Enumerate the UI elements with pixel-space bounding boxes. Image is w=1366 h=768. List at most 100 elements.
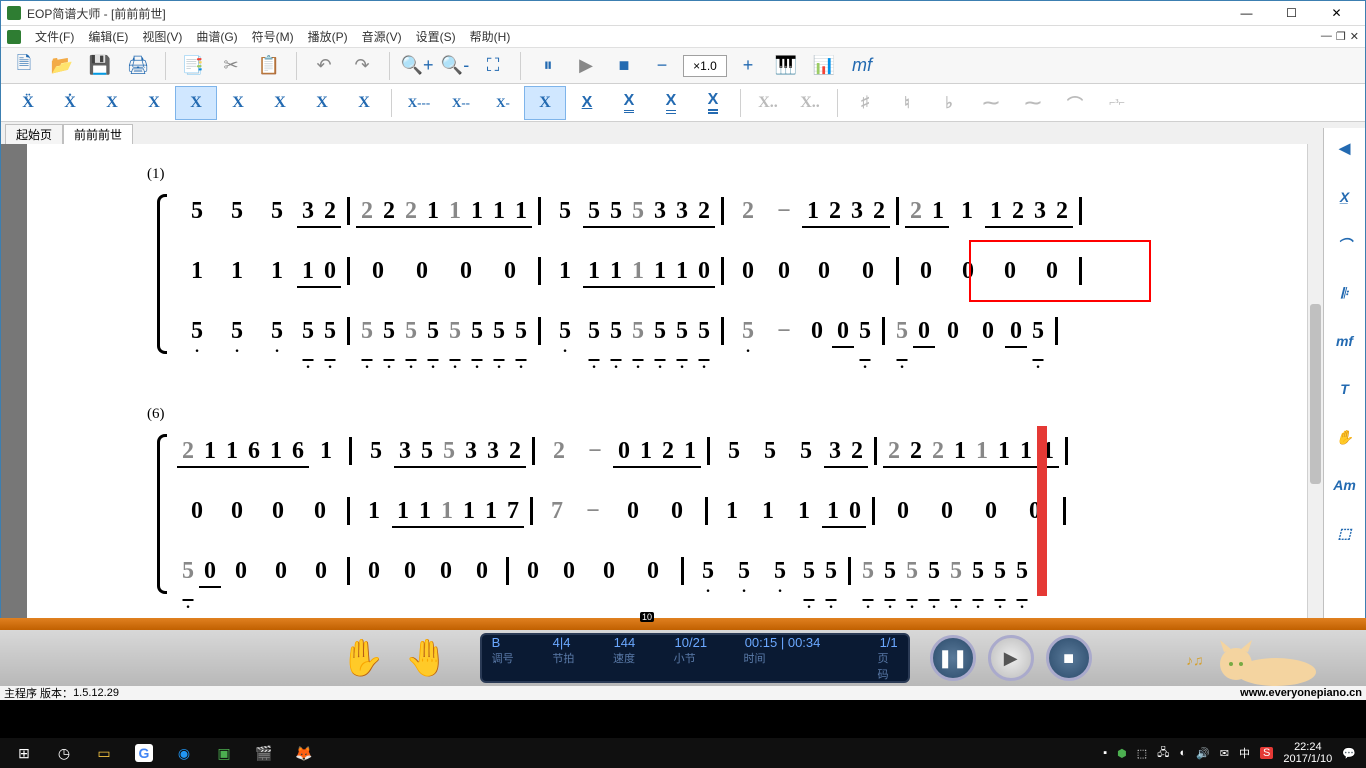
taskbar-app-1[interactable]: ◷ <box>44 739 84 767</box>
playback-cursor <box>1037 426 1047 596</box>
tray-icon[interactable]: ◐ <box>1179 747 1186 759</box>
note-len-2[interactable]: X-- <box>440 86 482 120</box>
right-hand-icon[interactable]: 🤚 <box>405 637 450 679</box>
tray-icon[interactable]: ▪ <box>1103 747 1107 759</box>
mascot-cat-icon: ♪♫ <box>1176 630 1326 686</box>
menu-edit[interactable]: 编辑(E) <box>88 28 128 45</box>
player-pause-button[interactable]: ❚❚ <box>930 635 976 681</box>
note-len-6[interactable]: X <box>608 86 650 120</box>
stop-button[interactable]: ■ <box>607 51 641 81</box>
menu-sound[interactable]: 音源(V) <box>362 28 402 45</box>
menu-score[interactable]: 曲谱(G) <box>196 28 237 45</box>
zoom-out-button[interactable]: 🔍- <box>438 51 472 81</box>
note-len-1[interactable]: X--- <box>398 86 440 120</box>
menu-view[interactable]: 视图(V) <box>142 28 182 45</box>
note-dur-5-active[interactable]: X <box>175 86 217 120</box>
copy-button[interactable]: 📑 <box>176 51 210 81</box>
tray-ime[interactable]: 中 <box>1239 745 1250 761</box>
new-file-button[interactable]: 🗎 <box>7 51 41 81</box>
tab-start[interactable]: 起始页 <box>5 124 63 144</box>
tray-icon[interactable]: ⬢ <box>1117 747 1127 760</box>
taskbar-clock[interactable]: 22:24 2017/1/10 <box>1283 741 1332 765</box>
tray-icon[interactable]: ⬚ <box>1137 747 1147 760</box>
app-icon <box>7 6 21 20</box>
note-len-7[interactable]: X <box>650 86 692 120</box>
staff-row: 50 000 00 00 00 00 555 55 55 55 55 55 <box>177 556 1048 586</box>
note-len-3[interactable]: X- <box>482 86 524 120</box>
timeline-ruler[interactable]: 10 <box>0 618 1366 630</box>
tray-icon[interactable]: ✉ <box>1220 747 1229 760</box>
mdi-close-icon[interactable]: ✕ <box>1350 30 1359 43</box>
note-len-5[interactable]: X <box>566 86 608 120</box>
menu-symbol[interactable]: 符号(M) <box>252 28 294 45</box>
clock-date: 2017/1/10 <box>1283 753 1332 765</box>
note-dur-4[interactable]: X <box>133 86 175 120</box>
score-page[interactable]: (1) 555 32 22 21 11 11 5 55 53 32 <box>27 144 1323 683</box>
redo-button[interactable]: ↷ <box>345 51 379 81</box>
fit-page-button[interactable]: ⛶ <box>476 51 510 81</box>
left-hand-icon[interactable]: ✋ <box>340 637 385 679</box>
tab-document[interactable]: 前前前世 <box>63 124 133 144</box>
undo-button[interactable]: ↶ <box>307 51 341 81</box>
taskbar-chrome[interactable]: G <box>124 739 164 767</box>
taskbar-firefox[interactable]: 🦊 <box>284 739 324 767</box>
start-button[interactable]: ⊞ <box>4 739 44 767</box>
cut-button[interactable]: ✂ <box>214 51 248 81</box>
note-dur-3[interactable]: X <box>91 86 133 120</box>
print-button[interactable]: 🖨 <box>121 51 155 81</box>
minimize-button[interactable]: — <box>1224 2 1269 24</box>
zoom-in-button[interactable]: 🔍+ <box>400 51 434 81</box>
rp-chord-button[interactable]: Am <box>1330 470 1360 500</box>
zoom-minus-button[interactable]: − <box>645 51 679 81</box>
tray-volume-icon[interactable]: 🔊 <box>1196 747 1210 760</box>
tray-icon[interactable]: S <box>1260 747 1273 759</box>
rp-text-button[interactable]: T <box>1330 374 1360 404</box>
close-button[interactable]: ✕ <box>1314 2 1359 24</box>
scrollbar-thumb[interactable] <box>1310 304 1321 484</box>
zoom-plus-button[interactable]: + <box>731 51 765 81</box>
zoom-value[interactable]: ×1.0 <box>683 55 727 77</box>
taskbar-app-3[interactable]: ◉ <box>164 739 204 767</box>
note-dur-7[interactable]: X <box>259 86 301 120</box>
play-button[interactable]: ▶ <box>569 51 603 81</box>
vertical-scrollbar[interactable] <box>1307 144 1323 683</box>
menu-file[interactable]: 文件(F) <box>35 28 74 45</box>
taskbar-app-5[interactable]: 🎬 <box>244 739 284 767</box>
taskbar-eop[interactable]: ▣ <box>204 739 244 767</box>
taskbar-explorer[interactable]: ▭ <box>84 739 124 767</box>
rp-repeat-button[interactable]: 𝄆 <box>1330 278 1360 308</box>
natural-button: ♮ <box>886 86 928 120</box>
rp-layout-button[interactable]: ⬚ <box>1330 518 1360 548</box>
player-stop-button[interactable]: ■ <box>1046 635 1092 681</box>
equalizer-button[interactable]: 📊 <box>807 51 841 81</box>
note-dur-1[interactable]: Ẍ <box>7 86 49 120</box>
player-bar: ✋ 🤚 B 4|4 144 10/21 00:15 | 00:34 1/1 调号… <box>0 630 1366 686</box>
panel-collapse-button[interactable]: ◄ <box>1330 134 1360 164</box>
mdi-restore-icon[interactable]: ❐ <box>1336 30 1346 43</box>
rp-note-button[interactable]: X̲ <box>1330 182 1360 212</box>
player-play-button[interactable]: ▶ <box>988 635 1034 681</box>
save-button[interactable]: 💾 <box>83 51 117 81</box>
paste-button[interactable]: 📋 <box>252 51 286 81</box>
titlebar: EOP简谱大师 - [前前前世] — ☐ ✕ <box>1 1 1365 26</box>
mdi-minimize-icon[interactable]: — <box>1321 30 1332 43</box>
maximize-button[interactable]: ☐ <box>1269 2 1314 24</box>
menu-play[interactable]: 播放(P) <box>308 28 348 45</box>
note-dur-6[interactable]: X <box>217 86 259 120</box>
note-dur-2[interactable]: Ẋ <box>49 86 91 120</box>
rp-hand-button[interactable]: ✋ <box>1330 422 1360 452</box>
open-file-button[interactable]: 📂 <box>45 51 79 81</box>
menu-settings[interactable]: 设置(S) <box>416 28 456 45</box>
note-dur-8[interactable]: X <box>301 86 343 120</box>
rp-dynamics-button[interactable]: mf <box>1330 326 1360 356</box>
tray-network-icon[interactable]: 🖧 <box>1157 744 1169 763</box>
keyboard-button[interactable]: 🎹 <box>769 51 803 81</box>
dynamics-button[interactable]: mf <box>845 51 879 81</box>
tray-notifications-icon[interactable]: 💬 <box>1342 747 1356 760</box>
note-len-8[interactable]: X <box>692 86 734 120</box>
menu-help[interactable]: 帮助(H) <box>470 28 511 45</box>
note-dur-9[interactable]: X <box>343 86 385 120</box>
rp-slur-button[interactable]: ⌒ <box>1330 230 1360 260</box>
pause-button[interactable]: ⏸ <box>531 51 565 81</box>
note-len-4-active[interactable]: X <box>524 86 566 120</box>
